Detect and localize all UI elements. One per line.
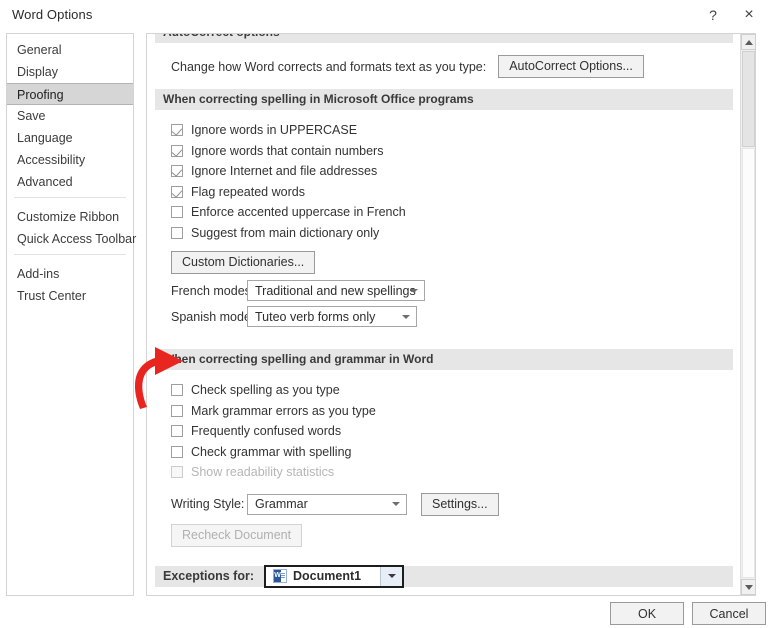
french-modes-row: French modes: Traditional and new spelli…	[155, 274, 729, 301]
custom-dictionaries-button[interactable]: Custom Dictionaries...	[171, 251, 316, 274]
french-modes-label: French modes:	[171, 283, 255, 298]
exceptions-for-label: Exceptions for:	[163, 568, 254, 583]
checkbox-label: Check grammar with spelling	[191, 444, 352, 459]
sidebar-item-general[interactable]: General	[7, 39, 133, 61]
custom-dictionaries-row: Custom Dictionaries...	[155, 243, 729, 274]
sidebar-item-display[interactable]: Display	[7, 61, 133, 83]
checkbox-flag-repeated-words[interactable]: Flag repeated words	[155, 182, 729, 203]
recheck-document-row: Recheck Document	[155, 516, 729, 547]
spanish-modes-dropdown[interactable]: Tuteo verb forms only	[247, 306, 417, 327]
ok-button[interactable]: OK	[610, 602, 684, 625]
spanish-modes-row: Spanish modes: Tuteo verb forms only	[155, 301, 729, 327]
writing-style-row: Writing Style: Grammar Settings...	[155, 483, 729, 516]
sidebar: General Display Proofing Save Language A…	[6, 33, 136, 596]
sidebar-item-advanced[interactable]: Advanced	[7, 171, 133, 193]
sidebar-item-quick-access-toolbar[interactable]: Quick Access Toolbar	[7, 228, 136, 250]
autocorrect-options-button[interactable]: AutoCorrect Options...	[498, 55, 644, 78]
cancel-button[interactable]: Cancel	[692, 602, 766, 625]
checkbox-ignore-uppercase[interactable]: Ignore words in UPPERCASE	[155, 120, 729, 141]
autocorrect-description-row: Change how Word corrects and formats tex…	[155, 43, 729, 89]
checkbox-label: Ignore words that contain numbers	[191, 143, 384, 158]
sidebar-item-accessibility[interactable]: Accessibility	[7, 149, 133, 171]
close-icon[interactable]: ×	[732, 0, 766, 30]
checkbox-enforce-accented-uppercase[interactable]: Enforce accented uppercase in French	[155, 202, 729, 223]
checkbox-ignore-numbers[interactable]: Ignore words that contain numbers	[155, 141, 729, 162]
chevron-down-icon	[392, 502, 400, 506]
checkbox-label: Frequently confused words	[191, 424, 342, 439]
checkbox-label: Mark grammar errors as you type	[191, 403, 376, 418]
sidebar-item-proofing[interactable]: Proofing	[7, 83, 133, 105]
checkbox-label: Ignore words in UPPERCASE	[191, 123, 358, 138]
checkbox-label: Check spelling as you type	[191, 383, 340, 398]
checkbox-box[interactable]	[171, 144, 183, 157]
checkbox-box[interactable]	[171, 425, 183, 438]
content-scrollbar[interactable]	[740, 34, 756, 595]
writing-style-dropdown[interactable]: Grammar	[247, 493, 407, 515]
exceptions-document-dropdown[interactable]: Document1	[264, 564, 404, 588]
checkbox-frequently-confused-words[interactable]: Frequently confused words	[155, 421, 729, 442]
scrollbar-thumb[interactable]	[742, 51, 755, 147]
checkbox-suggest-main-dictionary[interactable]: Suggest from main dictionary only	[155, 223, 729, 244]
spanish-modes-value: Tuteo verb forms only	[255, 309, 376, 324]
checkbox-show-readability-statistics: Show readability statistics	[155, 462, 729, 483]
checkbox-mark-grammar-errors[interactable]: Mark grammar errors as you type	[155, 401, 729, 422]
section-header-office-spelling: When correcting spelling in Microsoft Of…	[155, 89, 733, 110]
writing-style-label: Writing Style:	[171, 497, 245, 511]
sidebar-item-add-ins[interactable]: Add-ins	[7, 263, 133, 285]
checkbox-label: Enforce accented uppercase in French	[191, 205, 406, 220]
spanish-modes-label: Spanish modes:	[171, 309, 261, 324]
checkbox-box[interactable]	[171, 384, 183, 397]
chevron-down-icon	[410, 288, 418, 293]
title-bar: Word Options ? ×	[0, 0, 768, 30]
checkbox-box[interactable]	[171, 124, 183, 137]
scroll-up-icon[interactable]	[741, 34, 756, 50]
chevron-down-icon[interactable]	[380, 566, 402, 586]
checkbox-label: Flag repeated words	[191, 184, 305, 199]
sidebar-item-language[interactable]: Language	[7, 127, 133, 149]
section-header-exceptions: Exceptions for: Document1	[155, 564, 733, 588]
scrollbar-track[interactable]	[742, 148, 755, 578]
checkbox-box[interactable]	[171, 404, 183, 417]
checkbox-label: Ignore Internet and file addresses	[191, 164, 378, 179]
checkbox-box[interactable]	[171, 445, 183, 458]
chevron-down-icon	[402, 314, 410, 319]
sidebar-divider-2	[7, 254, 133, 263]
sidebar-item-save[interactable]: Save	[7, 105, 133, 127]
writing-style-value: Grammar	[255, 497, 308, 511]
scroll-down-icon[interactable]	[741, 579, 756, 595]
french-modes-value: Traditional and new spellings	[255, 283, 416, 298]
autocorrect-description: Change how Word corrects and formats tex…	[171, 59, 487, 74]
word-options-dialog: Word Options ? × General Display Proofin…	[0, 0, 768, 628]
help-icon[interactable]: ?	[696, 0, 730, 30]
checkbox-check-grammar-with-spelling[interactable]: Check grammar with spelling	[155, 442, 729, 463]
recheck-document-button: Recheck Document	[171, 523, 303, 547]
checkbox-label: Show readability statistics	[191, 465, 335, 480]
checkbox-check-spelling-as-you-type[interactable]: Check spelling as you type	[155, 380, 729, 401]
sidebar-divider-1	[7, 197, 133, 206]
french-modes-dropdown[interactable]: Traditional and new spellings	[247, 280, 425, 301]
exceptions-document-value: Document1	[293, 568, 362, 583]
sidebar-item-trust-center[interactable]: Trust Center	[7, 285, 133, 307]
checkbox-box	[171, 466, 183, 479]
page-title: Word Options	[12, 7, 93, 22]
checkbox-box[interactable]	[171, 165, 183, 178]
checkbox-box[interactable]	[171, 206, 183, 219]
checkbox-ignore-internet-addresses[interactable]: Ignore Internet and file addresses	[155, 161, 729, 182]
section-header-autocorrect: AutoCorrect options	[155, 34, 733, 43]
checkbox-box[interactable]	[171, 226, 183, 239]
settings-button[interactable]: Settings...	[421, 492, 499, 516]
word-document-icon	[273, 569, 287, 583]
checkbox-box[interactable]	[171, 185, 183, 198]
sidebar-item-customize-ribbon[interactable]: Customize Ribbon	[7, 206, 133, 228]
options-content-pane: AutoCorrect options Change how Word corr…	[146, 33, 756, 596]
checkbox-label: Suggest from main dictionary only	[191, 225, 380, 240]
section-header-word-grammar: When correcting spelling and grammar in …	[155, 349, 733, 370]
